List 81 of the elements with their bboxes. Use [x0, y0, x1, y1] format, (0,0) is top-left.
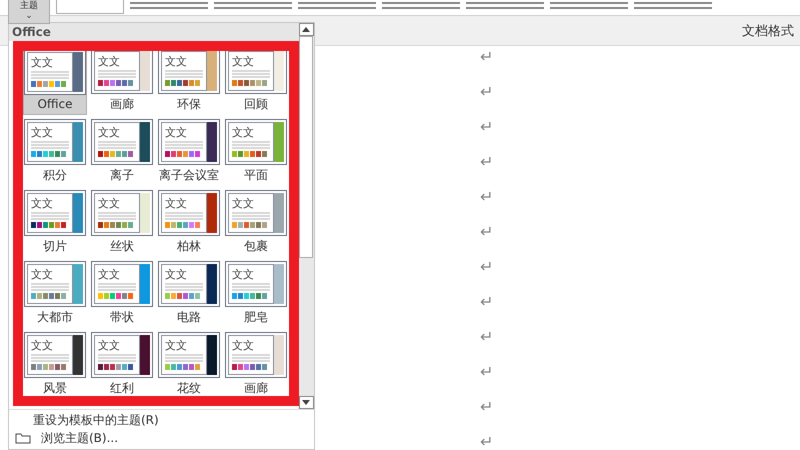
theme-name: 柏林 — [177, 238, 201, 255]
theme-name: 积分 — [43, 167, 67, 184]
theme-name: 花纹 — [177, 380, 201, 397]
sample-text: 文文 — [31, 126, 54, 139]
sample-text: 文文 — [98, 268, 121, 281]
sample-text: 文文 — [232, 55, 255, 68]
paragraph-mark: ↵ — [480, 151, 494, 172]
theme-name: 平面 — [244, 167, 268, 184]
theme-name: 电路 — [177, 309, 201, 326]
sample-text: 文文 — [232, 197, 255, 210]
scrollbar[interactable] — [298, 23, 314, 409]
sample-text: 文文 — [165, 197, 188, 210]
theme-option[interactable]: 文文 丝状 — [90, 188, 154, 257]
theme-option[interactable]: 文文 环保 — [157, 46, 221, 115]
theme-option[interactable]: 文文 大都市 — [23, 259, 87, 328]
sample-text: 文文 — [98, 55, 121, 68]
theme-option[interactable]: 文文 带状 — [90, 259, 154, 328]
sample-text: 文文 — [98, 339, 121, 352]
theme-option[interactable]: 文文 回顾 — [224, 46, 288, 115]
sample-text: 文文 — [31, 268, 54, 281]
paragraph-mark: ↵ — [480, 116, 494, 137]
sample-text: 文文 — [98, 197, 121, 210]
theme-name: 画廊 — [244, 380, 268, 397]
theme-name: 离子 — [110, 167, 134, 184]
theme-name: 丝状 — [110, 238, 134, 255]
theme-name: 大都市 — [37, 309, 73, 326]
paragraph-mark: ↵ — [480, 396, 494, 417]
theme-option[interactable]: 文文 离子 — [90, 117, 154, 186]
paragraph-mark: ↵ — [480, 81, 494, 102]
paragraph-mark: ↵ — [480, 326, 494, 347]
theme-name: 红利 — [110, 380, 134, 397]
paragraph-mark: ↵ — [480, 256, 494, 277]
folder-icon — [15, 432, 31, 444]
theme-option[interactable]: 文文 包裹 — [224, 188, 288, 257]
theme-option[interactable]: 文文 肥皂 — [224, 259, 288, 328]
theme-option[interactable]: 文文 花纹 — [157, 330, 221, 399]
paragraph-mark: ↵ — [480, 186, 494, 207]
theme-name: Office — [37, 97, 73, 111]
paragraph-mark: ↵ — [480, 291, 494, 312]
sample-text: 文文 — [31, 197, 54, 210]
theme-button[interactable]: 主题 ⌄ — [8, 0, 50, 24]
theme-name: 画廊 — [110, 96, 134, 113]
theme-name: 回顾 — [244, 96, 268, 113]
sample-text: 文文 — [31, 56, 54, 69]
theme-option[interactable]: 文文 柏林 — [157, 188, 221, 257]
scroll-up-icon[interactable] — [302, 27, 310, 32]
sample-text: 文文 — [232, 268, 255, 281]
theme-option[interactable]: 文文 红利 — [90, 330, 154, 399]
document-format-label: 文档格式 — [742, 22, 794, 40]
paragraph-mark: ↵ — [480, 46, 494, 67]
menu-item[interactable]: 重设为模板中的主题(R) — [9, 411, 314, 429]
sample-text: 文文 — [165, 268, 188, 281]
theme-option[interactable]: 文文 离子会议室 — [157, 117, 221, 186]
menu-item[interactable]: 浏览主题(B)... — [9, 429, 314, 447]
theme-option[interactable]: 文文 积分 — [23, 117, 87, 186]
sample-text: 文文 — [165, 126, 188, 139]
sample-text: 文文 — [165, 339, 188, 352]
theme-option[interactable]: 文文 画廊 — [224, 330, 288, 399]
theme-option[interactable]: 文文 切片 — [23, 188, 87, 257]
sample-text: 文文 — [31, 339, 54, 352]
theme-name: 包裹 — [244, 238, 268, 255]
theme-name: 切片 — [43, 238, 67, 255]
theme-name: 离子会议室 — [159, 167, 219, 184]
scroll-down-icon[interactable] — [302, 400, 310, 405]
theme-name: 环保 — [177, 96, 201, 113]
sample-text: 文文 — [165, 55, 188, 68]
section-heading: Office — [9, 23, 298, 41]
style-preview[interactable] — [56, 0, 124, 14]
paragraph-mark: ↵ — [480, 221, 494, 242]
sample-text: 文文 — [232, 339, 255, 352]
sample-text: 文文 — [98, 126, 121, 139]
sample-text: 文文 — [232, 126, 255, 139]
theme-option[interactable]: 文文 电路 — [157, 259, 221, 328]
paragraph-mark: ↵ — [480, 431, 494, 450]
paragraph-mark: ↵ — [480, 361, 494, 382]
theme-option[interactable]: 文文 风景 — [23, 330, 87, 399]
theme-name: 带状 — [110, 309, 134, 326]
theme-option[interactable]: 文文 平面 — [224, 117, 288, 186]
theme-option[interactable]: 文文 画廊 — [90, 46, 154, 115]
theme-name: 肥皂 — [244, 309, 268, 326]
theme-name: 风景 — [43, 380, 67, 397]
